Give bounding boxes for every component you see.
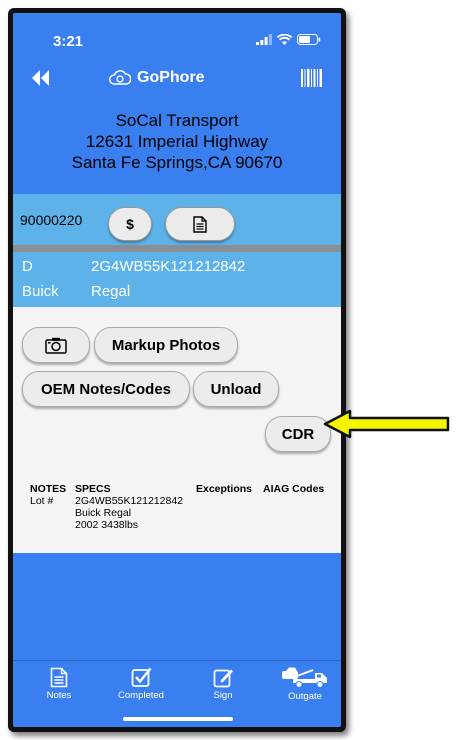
street-address: 12631 Imperial Highway xyxy=(85,132,269,151)
aiag-codes-header: AIAG Codes xyxy=(263,483,325,495)
sign-icon xyxy=(213,669,233,688)
callout-arrow-icon xyxy=(323,409,450,439)
wifi-icon xyxy=(277,34,292,45)
oem-notes-button[interactable]: OEM Notes/Codes xyxy=(22,371,190,407)
order-bar: 90000220 $ xyxy=(13,193,341,246)
tab-completed[interactable]: Completed xyxy=(106,667,176,701)
tab-outgate-label: Outgate xyxy=(288,691,322,702)
specs-header: SPECS xyxy=(75,483,111,495)
dollar-label: $ xyxy=(126,216,134,232)
vehicle-make: Buick xyxy=(22,283,59,300)
vehicle-info: D 2G4WB55K121212842 Buick Regal xyxy=(13,252,341,307)
tab-sign[interactable]: Sign xyxy=(188,667,258,701)
details-table: NOTES SPECS Exceptions AIAG Codes Lot # … xyxy=(13,483,341,543)
checkbox-icon xyxy=(131,667,151,687)
status-icons xyxy=(256,34,321,45)
tab-notes[interactable]: Notes xyxy=(24,667,94,701)
camera-icon xyxy=(45,337,67,354)
lot-label: Lot # xyxy=(30,495,54,507)
tab-completed-label: Completed xyxy=(118,690,164,701)
spec-make-model: Buick Regal xyxy=(75,507,132,519)
city-state-zip: Santa Fe Springs,CA 90670 xyxy=(71,153,283,172)
spec-year-weight: 2002 3438lbs xyxy=(75,519,139,531)
order-number: 90000220 xyxy=(20,212,83,228)
app-name: GoPhore xyxy=(137,69,205,86)
unload-button[interactable]: Unload xyxy=(193,371,279,407)
top-navigation: GoPhore xyxy=(13,63,341,95)
tab-notes-label: Notes xyxy=(46,690,72,701)
home-indicator xyxy=(123,717,233,721)
price-button[interactable]: $ xyxy=(108,207,152,241)
specs-list: 2G4WB55K121212842 Buick Regal 2002 3438l… xyxy=(75,495,183,531)
tow-truck-icon xyxy=(282,667,327,688)
notes-header: NOTES xyxy=(30,483,67,495)
vehicle-vin: 2G4WB55K121212842 xyxy=(91,258,246,275)
status-bar: 3:21 xyxy=(13,13,341,57)
status-time: 3:21 xyxy=(53,33,84,50)
document-button[interactable] xyxy=(165,207,235,241)
exceptions-header: Exceptions xyxy=(196,483,253,495)
bottom-tab-bar: Notes Completed Sign Outgate xyxy=(13,660,341,711)
battery-icon xyxy=(297,34,321,45)
barcode-scan-icon[interactable] xyxy=(301,69,323,87)
app-logo: GoPhore xyxy=(109,69,205,87)
spec-vin: 2G4WB55K121212842 xyxy=(75,495,183,507)
cloud-logo-icon xyxy=(109,70,131,85)
customer-address: SoCal Transport 12631 Imperial Highway S… xyxy=(13,110,341,173)
markup-photos-button[interactable]: Markup Photos xyxy=(94,327,238,363)
section-divider xyxy=(13,245,341,252)
vehicle-model: Regal xyxy=(91,283,131,300)
back-icon[interactable] xyxy=(29,69,51,87)
tab-sign-label: Sign xyxy=(213,690,233,701)
camera-button[interactable] xyxy=(22,327,90,363)
document-icon xyxy=(193,215,207,233)
tab-outgate[interactable]: Outgate xyxy=(270,667,340,702)
app-screen: 3:21 GoPhore SoCal Transport 12631 Imper… xyxy=(13,13,341,727)
company-name: SoCal Transport xyxy=(115,111,239,130)
signal-icon xyxy=(256,34,272,45)
notes-icon xyxy=(50,667,68,688)
phone-frame: 3:21 GoPhore SoCal Transport 12631 Imper… xyxy=(8,8,346,732)
actions-panel: Markup Photos OEM Notes/Codes Unload CDR… xyxy=(13,307,341,553)
vehicle-code: D xyxy=(22,258,33,275)
